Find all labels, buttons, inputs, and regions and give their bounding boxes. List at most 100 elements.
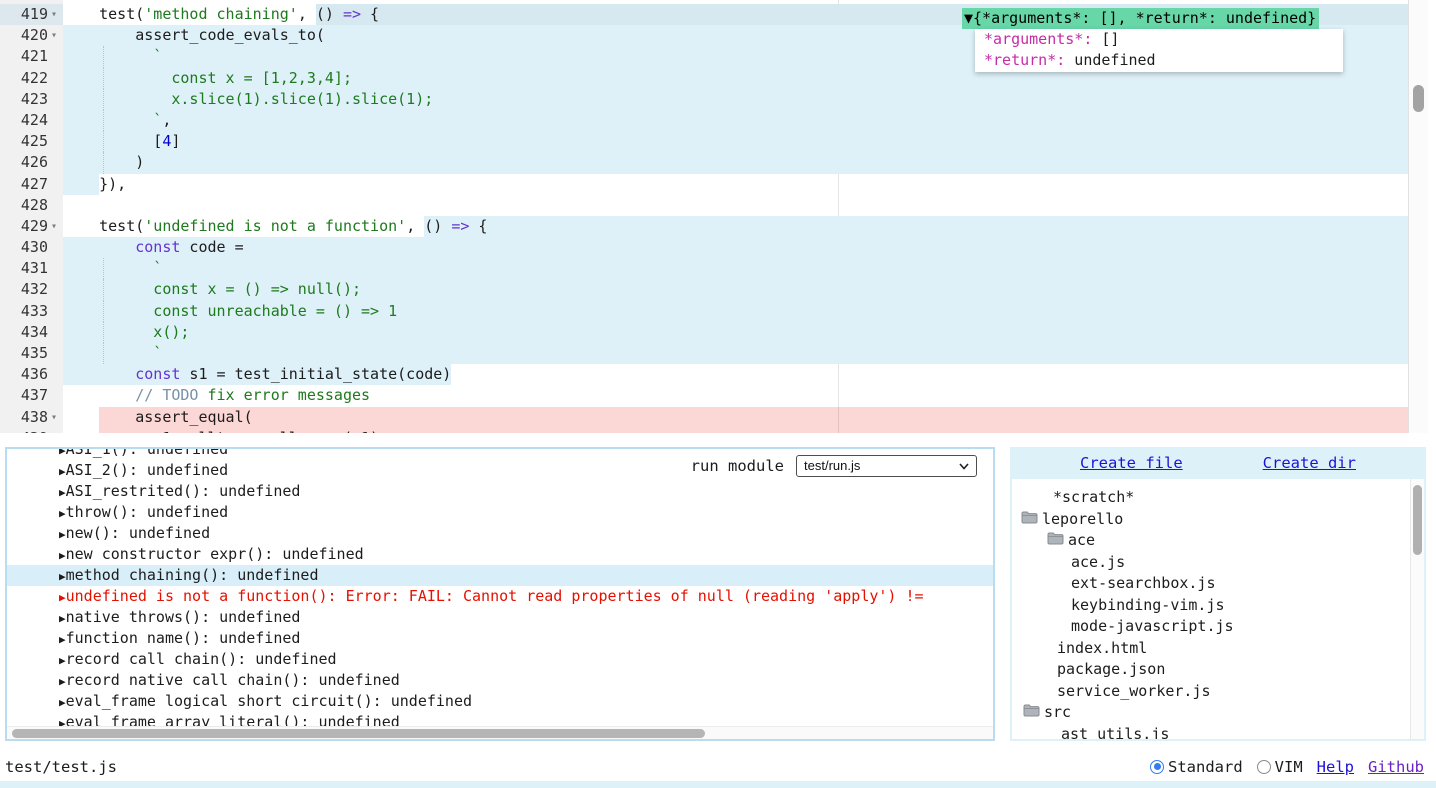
code-line[interactable]: assert_equal( [63,407,1408,428]
gutter-cell[interactable]: 420▾ [0,25,63,46]
file-tree-scrollbar[interactable] [1410,479,1424,739]
console-item[interactable]: ▶function name(): undefined [7,628,993,649]
code-line[interactable]: const code = [63,237,1408,258]
code-line[interactable]: `, [63,110,1408,131]
expand-triangle-icon[interactable]: ▶ [59,696,66,709]
gutter-cell[interactable]: 428 [0,195,63,216]
console-item[interactable]: ▶record native call chain(): undefined [7,670,993,691]
code-line[interactable]: const unreachable = () => 1 [63,301,1408,322]
expand-triangle-icon[interactable]: ▶ [59,675,66,688]
expand-triangle-icon[interactable]: ▶ [59,654,66,667]
fold-icon[interactable]: ▾ [48,4,60,25]
tree-item[interactable]: leporello [1012,509,1424,531]
expand-triangle-icon[interactable]: ▶ [59,612,66,625]
code-line[interactable]: x.slice(1).slice(1).slice(1); [63,89,1408,110]
expand-triangle-icon[interactable]: ▶ [59,528,66,541]
tree-item[interactable]: ace [1012,530,1424,552]
code-line[interactable]: ` [63,258,1408,279]
expand-triangle-icon[interactable]: ▶ [59,465,66,478]
code-line[interactable]: x(); [63,322,1408,343]
gutter-cell[interactable]: 433 [0,301,63,322]
gutter-cell[interactable]: 424 [0,110,63,131]
code-line[interactable]: }), [63,174,1408,195]
console-item[interactable]: ▶throw(): undefined [7,502,993,523]
code-line[interactable] [63,195,1408,216]
code-line[interactable]: const x = () => null(); [63,279,1408,300]
tree-item[interactable]: ext-searchbox.js [1012,573,1424,595]
console-item[interactable]: ▶new(): undefined [7,523,993,544]
radio-standard-icon[interactable] [1150,760,1164,774]
tree-item[interactable]: package.json [1012,659,1424,681]
expand-triangle-icon[interactable]: ▶ [59,549,66,562]
console-hscrollbar-thumb[interactable] [12,729,705,738]
expand-triangle-icon[interactable]: ▶ [59,570,66,583]
fold-icon[interactable]: ▾ [48,25,60,46]
gutter-cell[interactable]: 432 [0,279,63,300]
radio-vim[interactable]: VIM [1257,758,1303,776]
editor-scrollbar-thumb[interactable] [1413,85,1424,112]
tooltip-entry[interactable]: *return*: undefined [975,50,1343,71]
code-line[interactable]: test('undefined is not a function', () =… [63,216,1408,237]
gutter: 419▾420▾421422423424425426427428429▾4304… [0,0,63,433]
console-item[interactable]: ▶new constructor expr(): undefined [7,544,993,565]
expand-triangle-icon[interactable]: ▶ [59,449,66,457]
tree-item[interactable]: ast_utils.js [1012,724,1424,740]
console-item[interactable]: ▶undefined is not a function(): Error: F… [7,586,993,607]
editor-scrollbar[interactable] [1408,0,1428,433]
console-hscrollbar[interactable] [7,726,993,739]
gutter-cell[interactable]: 423 [0,89,63,110]
gutter-cell[interactable]: 421 [0,46,63,67]
expand-triangle-icon[interactable]: ▶ [59,591,66,604]
help-link[interactable]: Help [1317,758,1354,776]
tooltip-header[interactable]: ▼{*arguments*: [], *return*: undefined} [962,8,1319,29]
console-item[interactable]: ▶native throws(): undefined [7,607,993,628]
gutter-cell[interactable]: 429▾ [0,216,63,237]
gutter-cell[interactable]: 439 [0,428,63,433]
console-item[interactable]: ▶record call chain(): undefined [7,649,993,670]
gutter-cell[interactable]: 434 [0,322,63,343]
code-line[interactable]: s1.calltree.call.args(-1) [63,428,1408,433]
tree-item[interactable]: index.html [1012,638,1424,660]
code-line[interactable]: ) [63,152,1408,173]
gutter-cell[interactable]: 419▾ [0,4,63,25]
gutter-cell[interactable]: 431 [0,258,63,279]
gutter-cell[interactable]: 437 [0,385,63,406]
create-dir-link[interactable]: Create dir [1263,454,1356,472]
gutter-cell[interactable]: 425 [0,131,63,152]
code-line[interactable]: [4] [63,131,1408,152]
run-module-select[interactable]: test/run.js [796,455,977,477]
gutter-cell[interactable]: 435 [0,343,63,364]
tree-item[interactable]: mode-javascript.js [1012,616,1424,638]
gutter-cell[interactable]: 427 [0,174,63,195]
gutter-cell[interactable]: 430 [0,237,63,258]
radio-vim-icon[interactable] [1257,760,1271,774]
expand-triangle-icon[interactable]: ▶ [59,717,66,726]
gutter-cell[interactable]: 422 [0,68,63,89]
file-tree-scrollbar-thumb[interactable] [1413,485,1422,555]
fold-icon[interactable]: ▾ [48,216,60,237]
code-line[interactable]: const s1 = test_initial_state(code) [63,364,1408,385]
gutter-cell[interactable]: 426 [0,152,63,173]
console-item[interactable]: ▶ASI_restrited(): undefined [7,481,993,502]
code-line[interactable]: // TODO fix error messages [63,385,1408,406]
gutter-cell[interactable]: 438▾ [0,407,63,428]
tree-item[interactable]: ace.js [1012,552,1424,574]
tooltip-entry[interactable]: *arguments*: [] [975,29,1343,50]
code-line[interactable]: ` [63,343,1408,364]
code-editor[interactable]: 419▾420▾421422423424425426427428429▾4304… [0,0,1436,433]
fold-icon[interactable]: ▾ [48,407,60,428]
create-file-link[interactable]: Create file [1080,454,1183,472]
tree-item[interactable]: service_worker.js [1012,681,1424,703]
expand-triangle-icon[interactable]: ▶ [59,633,66,646]
expand-triangle-icon[interactable]: ▶ [59,486,66,499]
console-item[interactable]: ▶eval_frame array_literal(): undefined [7,712,993,726]
expand-triangle-icon[interactable]: ▶ [59,507,66,520]
radio-standard[interactable]: Standard [1150,758,1243,776]
tree-item[interactable]: keybinding-vim.js [1012,595,1424,617]
gutter-cell[interactable]: 436 [0,364,63,385]
console-item[interactable]: ▶method chaining(): undefined [7,565,993,586]
tree-item[interactable]: src [1012,702,1424,724]
console-item[interactable]: ▶eval_frame logical short circuit(): und… [7,691,993,712]
tree-item[interactable]: *scratch* [1012,487,1424,509]
github-link[interactable]: Github [1368,758,1424,776]
